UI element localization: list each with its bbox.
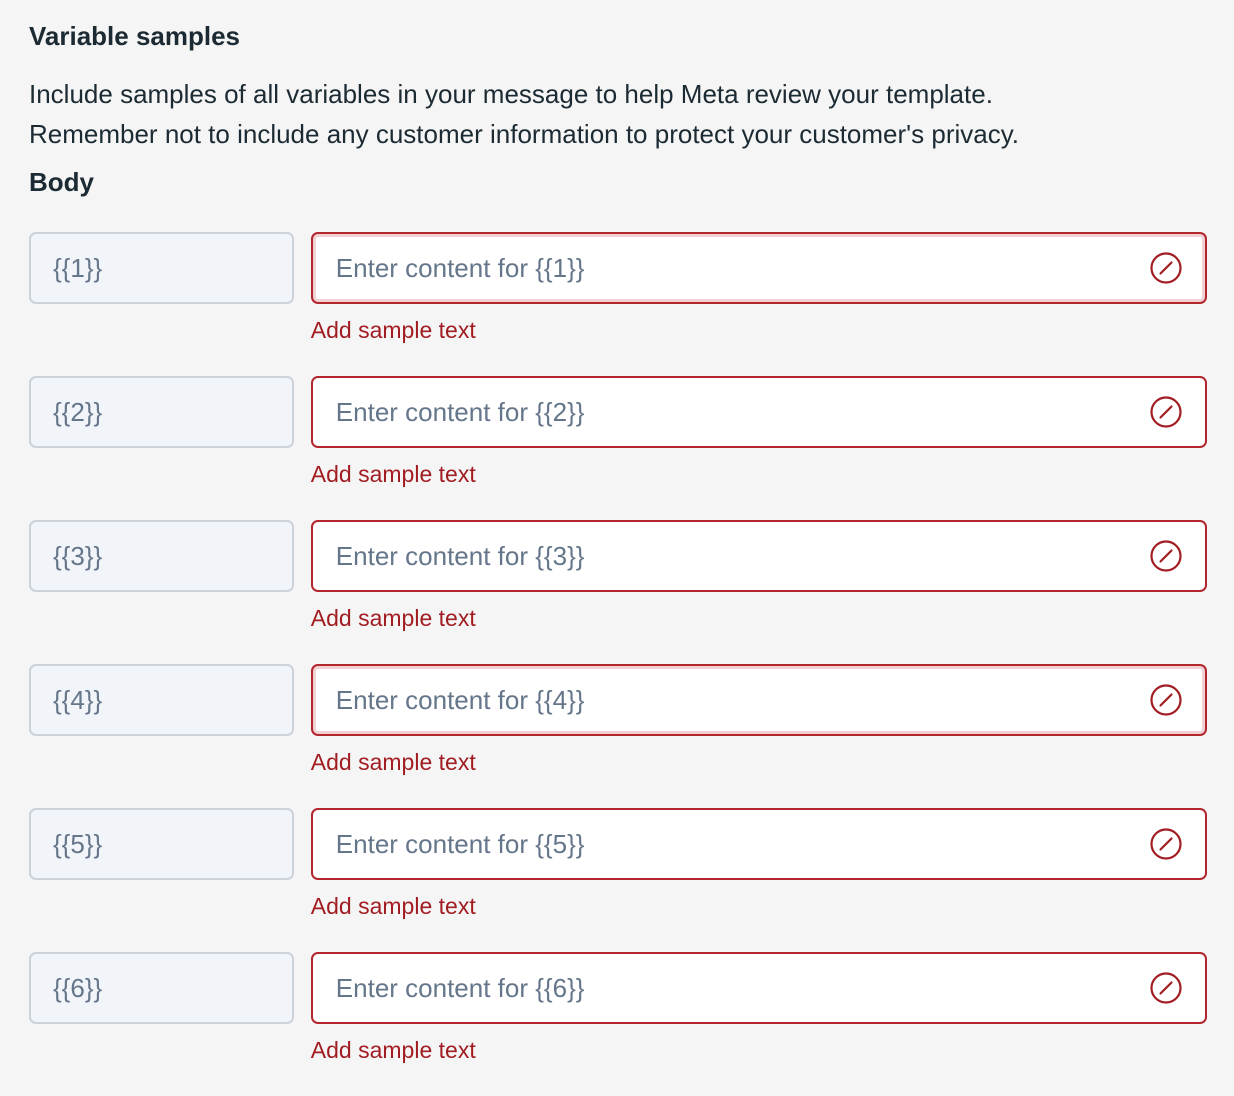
error-slash-icon xyxy=(1150,396,1182,428)
sample-field-group: Add sample text xyxy=(310,664,1207,776)
variable-token-box: {{4}} xyxy=(29,664,294,736)
sample-field-group: Add sample text xyxy=(310,232,1207,344)
error-message: Add sample text xyxy=(310,893,476,919)
error-message: Add sample text xyxy=(310,1037,476,1063)
variable-token-box: {{3}} xyxy=(29,520,294,592)
sample-input-5[interactable] xyxy=(312,810,1149,878)
error-message: Add sample text xyxy=(310,749,476,775)
sample-input-3[interactable] xyxy=(312,522,1149,590)
error-message: Add sample text xyxy=(310,461,476,487)
variable-token-box: {{2}} xyxy=(29,376,294,448)
variable-row-6: {{6}} Add sample text xyxy=(29,952,1207,1096)
error-message: Add sample text xyxy=(310,317,476,343)
error-slash-icon xyxy=(1150,972,1182,1004)
variable-token-box: {{1}} xyxy=(29,232,294,304)
sample-input-wrapper xyxy=(310,808,1207,880)
sample-input-wrapper xyxy=(310,952,1207,1024)
sample-input-wrapper xyxy=(310,232,1207,304)
sample-field-group: Add sample text xyxy=(310,808,1207,920)
sample-field-group: Add sample text xyxy=(310,376,1207,488)
variable-row-2: {{2}} Add sample text xyxy=(29,376,1207,520)
description-line-1: Include samples of all variables in your… xyxy=(29,79,993,109)
error-slash-icon xyxy=(1150,252,1182,284)
sample-input-wrapper xyxy=(310,520,1207,592)
variable-row-5: {{5}} Add sample text xyxy=(29,808,1207,952)
variable-token-box: {{6}} xyxy=(29,952,294,1024)
sample-field-group: Add sample text xyxy=(310,952,1207,1064)
variable-row-1: {{1}} Add sample text xyxy=(29,232,1207,376)
error-slash-icon xyxy=(1150,540,1182,572)
section-title: Variable samples xyxy=(29,21,241,51)
error-message: Add sample text xyxy=(310,605,476,631)
sample-input-1[interactable] xyxy=(312,234,1149,302)
body-label: Body xyxy=(29,167,94,197)
sample-input-wrapper xyxy=(310,664,1207,736)
variable-rows: {{1}} Add sample text {{2}} xyxy=(29,232,1207,1096)
variable-token-box: {{5}} xyxy=(29,808,294,880)
sample-input-wrapper xyxy=(310,376,1207,448)
variable-row-3: {{3}} Add sample text xyxy=(29,520,1207,664)
sample-input-6[interactable] xyxy=(312,954,1149,1022)
error-slash-icon xyxy=(1150,828,1182,860)
error-slash-icon xyxy=(1150,684,1182,716)
variable-samples-panel: Variable samples Include samples of all … xyxy=(0,0,1234,1088)
sample-input-4[interactable] xyxy=(312,666,1149,734)
variable-row-4: {{4}} Add sample text xyxy=(29,664,1207,808)
section-description: Include samples of all variables in your… xyxy=(29,74,1207,154)
sample-input-2[interactable] xyxy=(312,378,1149,446)
description-line-2: Remember not to include any customer inf… xyxy=(29,119,1020,149)
sample-field-group: Add sample text xyxy=(310,520,1207,632)
